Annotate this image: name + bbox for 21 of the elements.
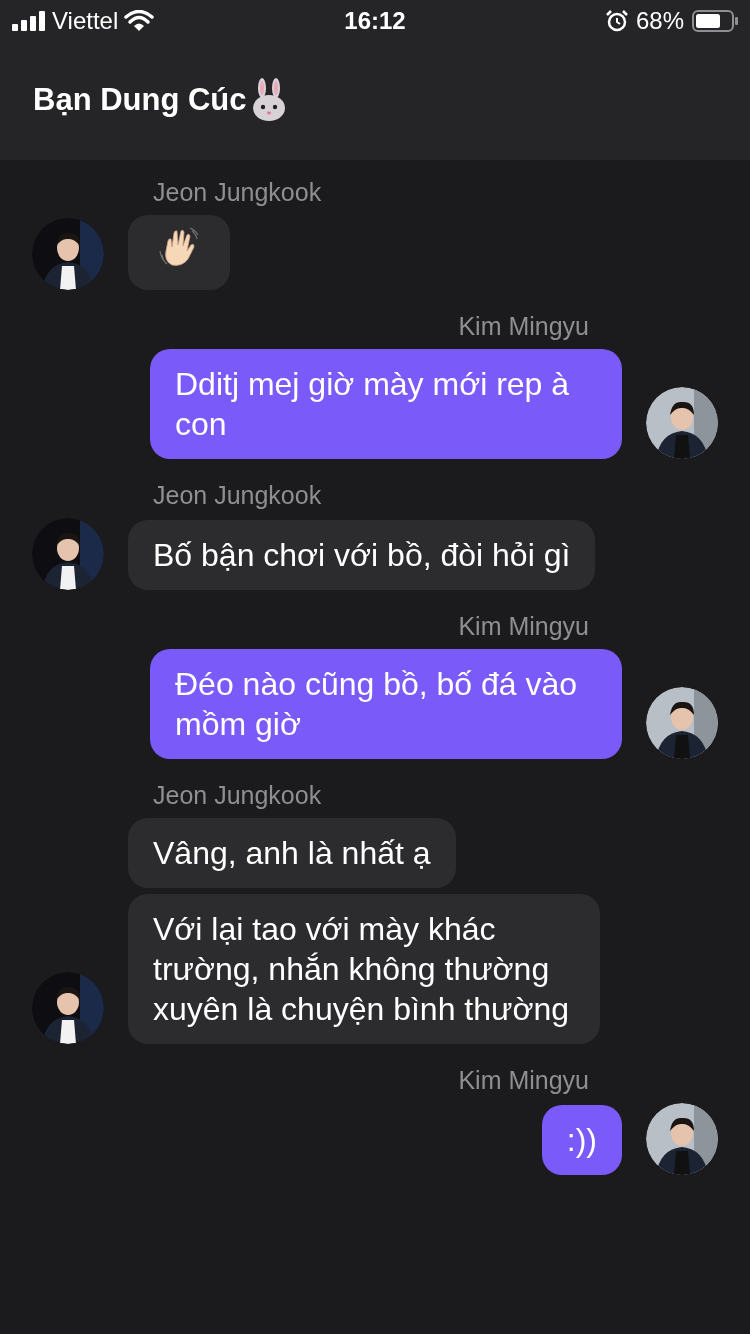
status-time: 16:12 <box>344 7 406 35</box>
waving-hand-icon <box>158 227 200 269</box>
battery-percent: 68% <box>635 7 684 35</box>
sender-name: Kim Mingyu <box>458 612 590 641</box>
message-bubble: Dditj mej giờ mày mới rep à con <box>150 349 622 459</box>
wifi-icon <box>124 10 155 32</box>
message-bubble: Với lại tao với mày khác trường, nhắn không thường xuyên là chuyện bình thường <box>128 894 600 1044</box>
sender-name: Jeon Jungkook <box>152 481 323 510</box>
battery-icon <box>692 10 738 32</box>
chat-title: Bạn Dung Cúc <box>33 82 247 118</box>
message-bubble: Vâng, anh là nhất ạ <box>128 818 456 888</box>
sender-name: Kim Mingyu <box>458 1066 590 1095</box>
message-bubble: Bố bận chơi với bồ, đòi hỏi gì <box>128 520 596 590</box>
alarm-icon <box>605 10 628 32</box>
carrier-name: Viettel <box>52 7 119 35</box>
sender-name: Kim Mingyu <box>458 312 590 341</box>
sender-name: Jeon Jungkook <box>152 178 323 207</box>
sender-name: Jeon Jungkook <box>152 781 323 810</box>
message-bubble: Đéo nào cũng bồ, bố đá vào mồm giờ <box>150 649 622 759</box>
message-bubble: :)) <box>541 1105 622 1175</box>
signal-icon <box>12 11 46 31</box>
